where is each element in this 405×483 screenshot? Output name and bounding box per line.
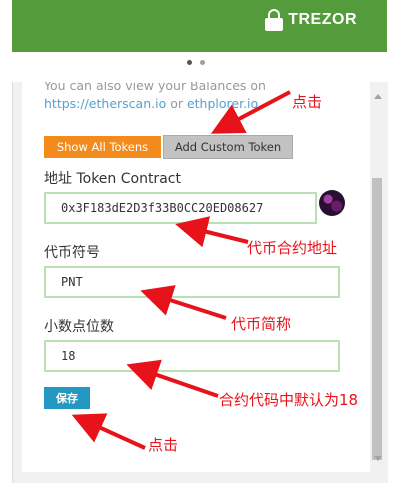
annotation-click-top: 点击 bbox=[292, 93, 323, 111]
arrow-to-symbol bbox=[140, 285, 227, 320]
arrow-to-address bbox=[175, 216, 249, 248]
annotation-decimals: 合约代码中默认为18 bbox=[219, 391, 359, 409]
annotation-click-bottom: 点击 bbox=[148, 436, 179, 454]
annotation-contract-address: 代币合约地址 bbox=[247, 239, 338, 257]
arrow-to-add-token bbox=[210, 90, 291, 134]
annotation-token-symbol: 代币简称 bbox=[231, 315, 292, 333]
annotation-arrows bbox=[71, 90, 291, 450]
arrow-to-save bbox=[71, 413, 146, 450]
arrow-to-decimals bbox=[126, 359, 219, 398]
